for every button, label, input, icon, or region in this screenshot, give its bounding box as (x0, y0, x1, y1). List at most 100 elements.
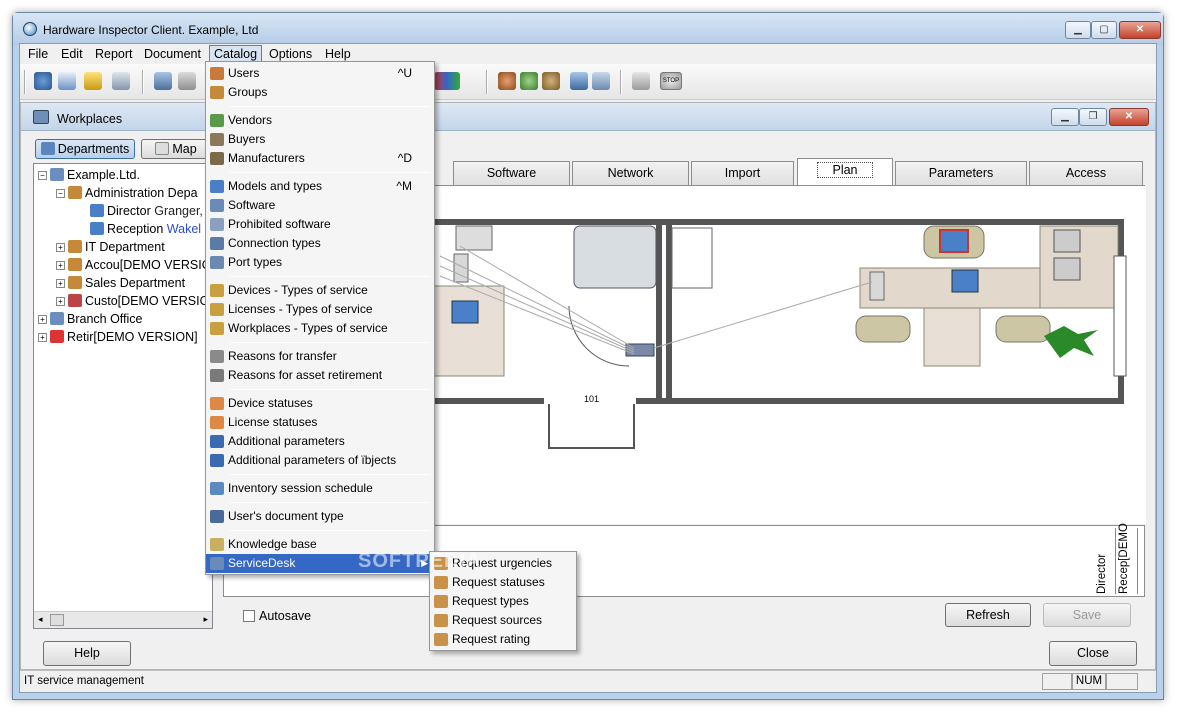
tab-access[interactable]: Access (1029, 161, 1143, 185)
catalog-item-models-and-types[interactable]: Models and types ^M (206, 177, 434, 196)
network-icon[interactable] (154, 72, 172, 90)
tab-parameters[interactable]: Parameters (895, 161, 1027, 185)
tree-node-retired[interactable]: + Retir[DEMO VERSION] (38, 330, 198, 348)
printer-icon[interactable] (178, 72, 196, 90)
map-tab[interactable]: Map (141, 139, 211, 159)
tab-plan[interactable]: Plan (797, 158, 893, 185)
database-icon[interactable] (632, 72, 650, 90)
scroll-left-icon[interactable]: ◂ (38, 614, 43, 625)
catalog-item-workplaces-types-of-service[interactable]: Workplaces - Types of service (206, 319, 434, 338)
tree-node-reception[interactable]: Reception Wakel (90, 222, 201, 240)
catalog-item-license-statuses[interactable]: License statuses (206, 413, 434, 432)
group-icon (210, 86, 224, 99)
document-icon[interactable] (58, 72, 76, 90)
catalog-item-devices-types-of-service[interactable]: Devices - Types of service (206, 281, 434, 300)
printer-icon[interactable] (1053, 257, 1081, 281)
selected-workplace[interactable] (939, 229, 969, 253)
tree-extra: Wakel (166, 222, 202, 236)
catalog-item-licenses-types-of-service[interactable]: Licenses - Types of service (206, 300, 434, 319)
save-button[interactable]: Save (1043, 603, 1131, 627)
tree-label: Branch Office (67, 312, 143, 326)
refresh-button[interactable]: Refresh (945, 603, 1031, 627)
monitor-icon[interactable] (451, 300, 479, 324)
menu-report[interactable]: Report (95, 47, 133, 61)
child-minimize-button[interactable]: ▁ (1051, 108, 1079, 126)
child-restore-button[interactable]: ❐ (1079, 108, 1107, 126)
request-icon (434, 614, 448, 627)
menu-item-label: User's document type (228, 509, 344, 523)
monitor-icon[interactable] (951, 269, 979, 293)
catalog-item-vendors[interactable]: Vendors (206, 111, 434, 130)
tree-node-customer[interactable]: + Custo[DEMO VERSIO (56, 294, 209, 312)
vertical-label-reception[interactable]: Recep[DEMO (1118, 523, 1138, 594)
servicedesk-item-request-rating[interactable]: Request rating (430, 630, 576, 649)
checkbox-box[interactable] (243, 610, 255, 622)
catalog-item-buyers[interactable]: Buyers (206, 130, 434, 149)
workplaces-icon (33, 110, 49, 124)
menu-item-label: Request sources (452, 613, 543, 627)
computer-icon[interactable] (570, 72, 588, 90)
servicedesk-item-request-statuses[interactable]: Request statuses (430, 573, 576, 592)
catalog-item-user-s-document-type[interactable]: User's document type (206, 507, 434, 526)
menu-options[interactable]: Options (269, 47, 312, 61)
monitor-icon[interactable] (112, 72, 130, 90)
child-close-button[interactable]: ✕ (1109, 108, 1149, 126)
catalog-item-reasons-for-asset-retirement[interactable]: Reasons for asset retirement (206, 366, 434, 385)
tree-node-sales[interactable]: + Sales Department (56, 276, 185, 294)
catalog-item-inventory-session-schedule[interactable]: Inventory session schedule (206, 479, 434, 498)
menu-edit[interactable]: Edit (61, 47, 83, 61)
client-area: File Edit Report Document Catalog Option… (19, 43, 1157, 693)
pc-icon[interactable] (869, 271, 885, 301)
transfer-icon (210, 350, 224, 363)
scroll-right-icon[interactable]: ▸ (203, 614, 208, 625)
user-settings-icon[interactable] (542, 72, 560, 90)
catalog-item-software[interactable]: Software (206, 196, 434, 215)
catalog-item-prohibited-software[interactable]: Prohibited software (206, 215, 434, 234)
tab-import[interactable]: Import (691, 161, 794, 185)
catalog-item-manufacturers[interactable]: Manufacturers ^D (206, 149, 434, 168)
chart-icon[interactable] (434, 72, 460, 90)
servicedesk-item-request-types[interactable]: Request types (430, 592, 576, 611)
departments-label: Departments (57, 142, 130, 156)
catalog-item-users[interactable]: Users ^U (206, 64, 434, 83)
user-add-icon[interactable] (520, 72, 538, 90)
stop-icon[interactable]: STOP (660, 72, 682, 90)
tree-horizontal-scrollbar[interactable]: ◂ ▸ (34, 611, 212, 628)
menu-file[interactable]: File (28, 47, 48, 61)
catalog-item-connection-types[interactable]: Connection types (206, 234, 434, 253)
menu-help[interactable]: Help (325, 47, 351, 61)
service-icon (210, 322, 224, 335)
catalog-item-port-types[interactable]: Port types (206, 253, 434, 272)
catalog-item-groups[interactable]: Groups (206, 83, 434, 102)
document-icon (210, 510, 224, 523)
org-icon (50, 312, 64, 325)
catalog-item-additional-parameters-of-bjects[interactable]: Additional parameters of ïbjects (206, 451, 434, 470)
departments-tab[interactable]: Departments (35, 139, 135, 159)
software-icon[interactable] (592, 72, 610, 90)
maximize-button[interactable]: ▢ (1091, 21, 1117, 39)
catalog-item-reasons-for-transfer[interactable]: Reasons for transfer (206, 347, 434, 366)
printer-icon[interactable] (1053, 229, 1081, 253)
servicedesk-item-request-sources[interactable]: Request sources (430, 611, 576, 630)
scroll-thumb[interactable] (50, 614, 64, 626)
tree-node-it-department[interactable]: + IT Department (56, 240, 165, 258)
minimize-button[interactable]: ▁ (1065, 21, 1091, 39)
close-window-button[interactable]: ✕ (1119, 21, 1161, 39)
close-button[interactable]: Close (1049, 641, 1137, 666)
tree-node-administration[interactable]: − Administration Depa (56, 186, 198, 204)
vertical-label-director[interactable]: Director (1096, 528, 1116, 594)
tree-node-director[interactable]: Director Granger, (90, 204, 203, 222)
autosave-checkbox[interactable]: Autosave (243, 609, 311, 623)
tab-network[interactable]: Network (572, 161, 689, 185)
catalog-item-additional-parameters[interactable]: Additional parameters (206, 432, 434, 451)
catalog-item-device-statuses[interactable]: Device statuses (206, 394, 434, 413)
menu-document[interactable]: Document (144, 47, 201, 61)
user-icon[interactable] (498, 72, 516, 90)
help-icon[interactable] (84, 72, 102, 90)
help-button[interactable]: Help (43, 641, 131, 666)
tree-node-branch-office[interactable]: + Branch Office (38, 312, 143, 330)
tree-node-example-ltd[interactable]: − Example.Ltd. (38, 168, 140, 186)
tab-software[interactable]: Software (453, 161, 570, 185)
tree-node-accounting[interactable]: + Accou[DEMO VERSIO (56, 258, 211, 276)
search-icon[interactable] (34, 72, 52, 90)
